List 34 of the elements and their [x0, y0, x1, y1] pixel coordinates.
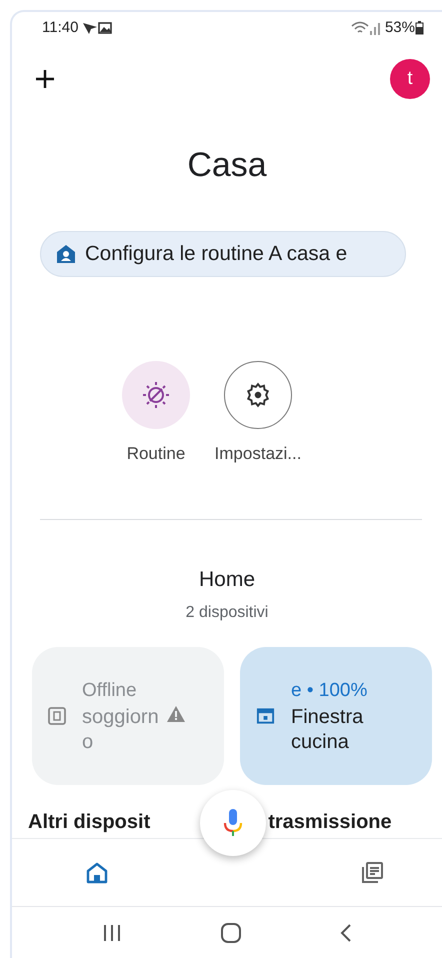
device-status: Offline [82, 678, 138, 703]
signal-icon [368, 21, 381, 35]
device-count: 2 dispositivi [184, 603, 270, 623]
page-title: Casa [186, 145, 268, 186]
device-status: e • 100% [291, 678, 368, 703]
sun-slash-icon [141, 380, 171, 410]
time-text: 11:40 [42, 18, 78, 38]
microphone-button[interactable] [200, 790, 266, 856]
battery-text: 53% [384, 18, 415, 38]
routine-label: Routine [126, 443, 186, 465]
location-icon [82, 21, 98, 35]
home-icon [85, 860, 109, 884]
routine-banner[interactable]: Configura le routine A casa e [40, 231, 406, 277]
banner-text: Configura le routine A casa e [85, 240, 348, 267]
device-name: Finestra cucina [291, 705, 364, 756]
settings-label: Impostazi... [214, 443, 302, 465]
section-heading: trasmissione [268, 810, 392, 835]
device-name: soggiorno [82, 705, 160, 756]
avatar[interactable]: t [390, 59, 430, 99]
device-icon [48, 707, 66, 725]
home-button-icon[interactable] [220, 922, 242, 944]
battery-icon [415, 21, 424, 35]
add-icon[interactable] [34, 68, 56, 90]
section-heading: Altri disposit [28, 810, 150, 835]
microphone-icon [222, 807, 244, 839]
window-icon [256, 707, 276, 725]
wifi-icon [350, 21, 369, 35]
feed-icon [360, 860, 384, 884]
device-card[interactable]: e • 100% Finestra cucina [240, 647, 432, 785]
settings-icon [245, 382, 271, 408]
home-person-icon [55, 243, 77, 265]
image-icon [98, 22, 112, 34]
back-icon[interactable] [339, 922, 354, 944]
home-name: Home [198, 566, 256, 592]
